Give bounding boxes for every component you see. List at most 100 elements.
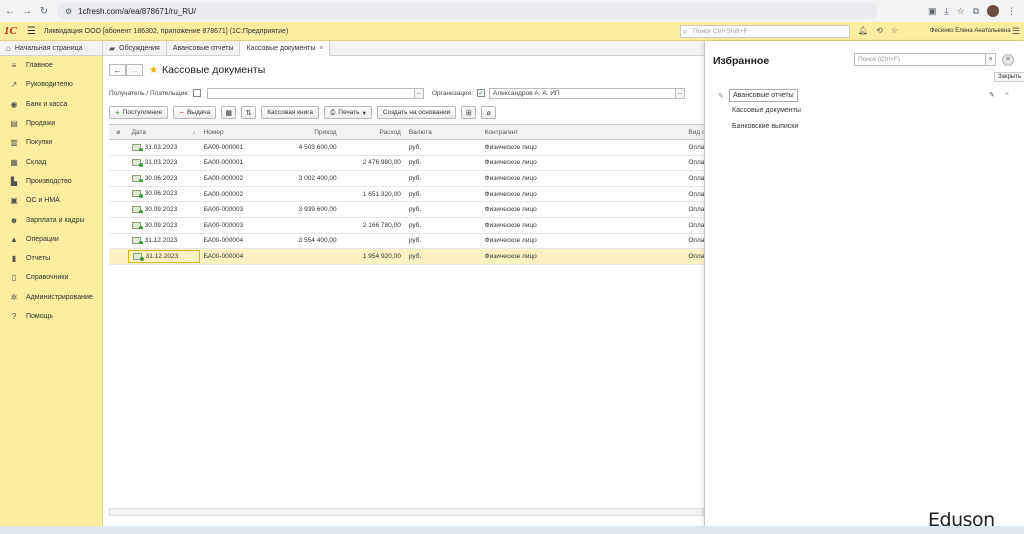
sidebar-item-purchases[interactable]: ▥ Покупки xyxy=(0,133,102,152)
cell-counterparty[interactable]: Физическое лицо xyxy=(481,159,685,166)
cashbook-button[interactable]: Кассовая книга xyxy=(261,106,320,119)
table-row[interactable]: 31.12.2023 БА00-000004 1 954 920,00 руб. Физ… xyxy=(109,249,704,265)
sidebar-item-warehouse[interactable]: ▦ Склад xyxy=(0,152,102,171)
sidebar-item-operations[interactable]: ▲ Операции xyxy=(0,230,102,249)
sidebar-item-assets[interactable]: ▣ ОС и НМА xyxy=(0,191,102,210)
cell-operation-kind[interactable]: Опла xyxy=(684,253,704,260)
cell-counterparty[interactable]: Физическое лицо xyxy=(481,206,685,213)
drag-handle-icon[interactable]: ✎ xyxy=(718,92,724,100)
cell-currency[interactable]: руб. xyxy=(405,144,481,151)
cell-date[interactable]: 30.06.2023 xyxy=(128,190,200,198)
sidebar-item-payroll[interactable]: ☻ Зарплата и кадры xyxy=(0,210,102,229)
cell-currency[interactable]: руб. xyxy=(405,159,481,166)
cell-currency[interactable]: руб. xyxy=(405,222,481,229)
download-icon[interactable]: ⤓ xyxy=(945,6,949,17)
column-currency[interactable]: Валюта xyxy=(405,129,481,136)
sidebar-item-admin[interactable]: ✲ Администрирование xyxy=(0,288,102,307)
cell-expense[interactable]: 1 651 320,00 xyxy=(341,191,405,198)
cell-date[interactable]: 31.03.2023 xyxy=(128,143,200,151)
table-row[interactable]: 31.12.2023 БА00-000004 3 554 400,00 руб. Физ… xyxy=(109,234,704,250)
bookmark-star-icon[interactable]: ☆ xyxy=(956,6,964,17)
cell-counterparty[interactable]: Физическое лицо xyxy=(481,175,685,182)
expense-button[interactable]: − Выдача xyxy=(173,106,217,119)
cell-expense[interactable]: 2 476 980,00 xyxy=(341,159,405,166)
cell-operation-kind[interactable]: Опла xyxy=(684,191,704,198)
sidebar-item-catalogs[interactable]: ▯ Справочники xyxy=(0,268,102,287)
back-button[interactable]: ← xyxy=(109,64,126,76)
column-number[interactable]: Номер xyxy=(200,129,277,136)
address-bar[interactable]: ⚙ 1cfresh.com/a/ea/878671/ru_RU/ xyxy=(57,3,877,19)
sidebar-item-help[interactable]: ? Помощь xyxy=(0,307,102,326)
create-based-button[interactable]: Создать на основании xyxy=(376,106,457,119)
edit-icon[interactable]: ✎ xyxy=(989,91,995,99)
attachment-icon[interactable]: ⌀ xyxy=(481,106,497,119)
dt-kt-icon[interactable]: ⇅ xyxy=(241,106,257,119)
cell-currency[interactable]: руб. xyxy=(405,206,481,213)
cell-operation-kind[interactable]: Опла xyxy=(684,159,704,166)
cell-number[interactable]: БА00-000003 xyxy=(200,222,277,229)
favorite-item[interactable]: Кассовые документы xyxy=(729,105,804,118)
sidebar-item-director[interactable]: ↗ Руководителю xyxy=(0,75,102,94)
cell-operation-kind[interactable]: Опла xyxy=(684,175,704,182)
payer-field[interactable] xyxy=(207,87,415,99)
column-income[interactable]: Приход xyxy=(276,129,340,136)
back-icon[interactable]: ← xyxy=(3,4,17,18)
cell-currency[interactable]: руб. xyxy=(405,237,481,244)
cell-counterparty[interactable]: Физическое лицо xyxy=(481,222,685,229)
forward-button[interactable]: → xyxy=(126,64,143,76)
table-row[interactable]: 30.09.2023 БА00-000003 3 939 600,00 руб. Физ… xyxy=(109,202,704,218)
browser-menu-icon[interactable]: ⋮ xyxy=(1007,6,1016,17)
column-operation-kind[interactable]: Вид о xyxy=(684,129,704,136)
cell-operation-kind[interactable]: Опла xyxy=(684,222,704,229)
cell-date[interactable]: 30.09.2023 xyxy=(128,221,200,229)
payer-checkbox[interactable] xyxy=(193,89,201,97)
cell-number[interactable]: БА00-000002 xyxy=(200,175,277,182)
tab-home[interactable]: ⌂ Начальная страница xyxy=(0,41,103,56)
sidebar-item-sales[interactable]: ▤ Продажи xyxy=(0,114,102,133)
favorites-star-icon[interactable]: ☆ xyxy=(891,26,898,35)
sidebar-item-production[interactable]: ▙ Производство xyxy=(0,172,102,191)
hamburger-menu-icon[interactable]: ☰ xyxy=(27,26,36,37)
cell-counterparty[interactable]: Физическое лицо xyxy=(481,237,685,244)
column-expense[interactable]: Расход xyxy=(341,129,405,136)
cell-operation-kind[interactable]: Опла xyxy=(684,237,704,244)
cell-expense[interactable]: 2 166 780,00 xyxy=(341,222,405,229)
favorites-search-input[interactable]: Поиск (Ctrl+F) xyxy=(854,53,988,66)
cell-income[interactable]: 3 002 400,00 xyxy=(276,175,340,182)
cell-currency[interactable]: руб. xyxy=(405,175,481,182)
close-panel-button[interactable]: × xyxy=(1002,54,1014,66)
cell-number[interactable]: БА00-000002 xyxy=(200,191,277,198)
tab-cash-documents[interactable]: Кассовые документы × xyxy=(240,41,331,56)
cell-expense[interactable]: 1 954 920,00 xyxy=(341,253,405,260)
excel-icon[interactable]: ▦ xyxy=(221,106,237,119)
attachment-column-icon[interactable]: ⌀ xyxy=(109,128,128,136)
cell-operation-kind[interactable]: Опла xyxy=(684,206,704,213)
delete-icon[interactable]: × xyxy=(1005,91,1009,98)
favorite-star-icon[interactable]: ★ xyxy=(149,65,158,76)
cell-date[interactable]: 30.06.2023 xyxy=(128,174,200,183)
org-select-button[interactable]: ... xyxy=(676,87,686,99)
table-row[interactable]: 31.03.2023 БА00-000001 4 503 600,00 руб. Физ… xyxy=(109,140,704,156)
screenshot-icon[interactable]: ▣ xyxy=(928,6,937,17)
cell-income[interactable]: 3 939 600,00 xyxy=(276,206,340,213)
global-search-input[interactable]: ⌕ Поиск Ctrl+Shift+F xyxy=(680,25,850,38)
forward-icon[interactable]: → xyxy=(20,4,34,18)
cell-income[interactable]: 3 554 400,00 xyxy=(276,237,340,244)
print-button[interactable]: ⎙ Печать ▾ xyxy=(324,106,372,119)
cell-date[interactable]: 31.12.2023 xyxy=(127,249,200,263)
cell-number[interactable]: БА00-000001 xyxy=(200,159,277,166)
sidebar-item-reports[interactable]: ▮ Отчеты xyxy=(0,249,102,268)
structure-icon[interactable]: ⊞ xyxy=(461,106,477,119)
site-settings-icon[interactable]: ⚙ xyxy=(65,7,72,16)
cell-number[interactable]: БА00-000001 xyxy=(200,144,277,151)
table-row[interactable]: 30.06.2023 БА00-000002 1 651 320,00 руб. Физ… xyxy=(109,187,704,203)
table-row[interactable]: 30.09.2023 БА00-000003 2 166 780,00 руб. Физ… xyxy=(109,218,704,234)
cell-operation-kind[interactable]: Опла xyxy=(684,144,704,151)
cell-number[interactable]: БА00-000004 xyxy=(200,237,277,244)
reload-icon[interactable]: ↻ xyxy=(37,4,51,18)
table-row[interactable]: 30.06.2023 БА00-000002 3 002 400,00 руб. Физ… xyxy=(109,171,704,187)
profile-avatar[interactable] xyxy=(987,5,999,17)
favorite-item[interactable]: Банковские выписки xyxy=(729,121,801,134)
column-counterparty[interactable]: Контрагент xyxy=(481,129,685,136)
clear-search-icon[interactable]: × xyxy=(985,53,996,66)
